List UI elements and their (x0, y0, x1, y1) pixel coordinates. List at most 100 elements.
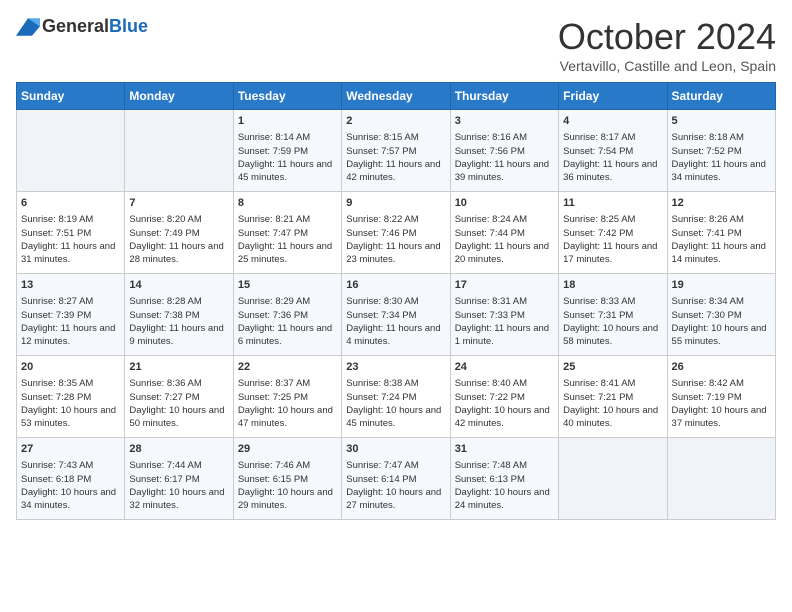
calendar-week-row: 6Sunrise: 8:19 AM Sunset: 7:51 PM Daylig… (17, 192, 776, 274)
calendar-cell: 5 Sunrise: 8:18 AM Sunset: 7:52 PM Daylig… (667, 110, 775, 192)
day-number: 24 (455, 360, 554, 375)
calendar-cell: 26Sunrise: 8:42 AM Sunset: 7:19 PM Dayli… (667, 356, 775, 438)
day-number: 25 (563, 360, 662, 375)
day-number: 8 (238, 196, 337, 211)
weekday-header: Thursday (450, 83, 558, 110)
page-header: GeneralBlue October 2024 Vertavillo, Cas… (16, 16, 776, 74)
logo-blue: Blue (109, 16, 148, 37)
day-info: Sunrise: 8:42 AM Sunset: 7:19 PM Dayligh… (672, 377, 771, 430)
day-number: 17 (455, 278, 554, 293)
calendar-cell: 1 Sunrise: 8:14 AM Sunset: 7:59 PM Daylig… (233, 110, 341, 192)
day-info: Sunrise: 8:36 AM Sunset: 7:27 PM Dayligh… (129, 377, 228, 430)
calendar-cell: 28 Sunrise: 7:44 AM Sunset: 6:17 PM Dayli… (125, 438, 233, 520)
day-number: 31 (455, 442, 554, 457)
day-info: Sunrise: 8:17 AM Sunset: 7:54 PM Dayligh… (563, 131, 662, 184)
calendar-cell: 10Sunrise: 8:24 AM Sunset: 7:44 PM Dayli… (450, 192, 558, 274)
title-section: October 2024 Vertavillo, Castille and Le… (558, 16, 776, 74)
calendar-cell: 29 Sunrise: 7:46 AM Sunset: 6:15 PM Dayli… (233, 438, 341, 520)
day-info: Sunrise: 8:26 AM Sunset: 7:41 PM Dayligh… (672, 213, 771, 266)
calendar-cell: 3Sunrise: 8:16 AM Sunset: 7:56 PM Daylig… (450, 110, 558, 192)
calendar-cell: 16 Sunrise: 8:30 AM Sunset: 7:34 PM Dayli… (342, 274, 450, 356)
calendar-cell: 14Sunrise: 8:28 AM Sunset: 7:38 PM Dayli… (125, 274, 233, 356)
calendar-week-row: 20 Sunrise: 8:35 AM Sunset: 7:28 PM Dayli… (17, 356, 776, 438)
day-info: Sunrise: 8:15 AM Sunset: 7:57 PM Dayligh… (346, 131, 445, 184)
calendar-cell: 21 Sunrise: 8:36 AM Sunset: 7:27 PM Dayli… (125, 356, 233, 438)
day-number: 6 (21, 196, 120, 211)
day-info: Sunrise: 7:48 AM Sunset: 6:13 PM Dayligh… (455, 459, 554, 512)
day-info: Sunrise: 7:43 AM Sunset: 6:18 PM Dayligh… (21, 459, 120, 512)
day-info: Sunrise: 8:16 AM Sunset: 7:56 PM Dayligh… (455, 131, 554, 184)
month-title: October 2024 (558, 16, 776, 58)
calendar-cell: 8 Sunrise: 8:21 AM Sunset: 7:47 PM Daylig… (233, 192, 341, 274)
day-number: 29 (238, 442, 337, 457)
day-info: Sunrise: 7:47 AM Sunset: 6:14 PM Dayligh… (346, 459, 445, 512)
day-info: Sunrise: 8:38 AM Sunset: 7:24 PM Dayligh… (346, 377, 445, 430)
calendar-cell: 25 Sunrise: 8:41 AM Sunset: 7:21 PM Dayli… (559, 356, 667, 438)
calendar-cell: 9 Sunrise: 8:22 AM Sunset: 7:46 PM Daylig… (342, 192, 450, 274)
day-info: Sunrise: 8:20 AM Sunset: 7:49 PM Dayligh… (129, 213, 228, 266)
calendar-cell: 15 Sunrise: 8:29 AM Sunset: 7:36 PM Dayli… (233, 274, 341, 356)
calendar-cell: 4 Sunrise: 8:17 AM Sunset: 7:54 PM Daylig… (559, 110, 667, 192)
calendar-cell: 31 Sunrise: 7:48 AM Sunset: 6:13 PM Dayli… (450, 438, 558, 520)
calendar-week-row: 13Sunrise: 8:27 AM Sunset: 7:39 PM Dayli… (17, 274, 776, 356)
logo: GeneralBlue (16, 16, 148, 37)
calendar-cell: 24 Sunrise: 8:40 AM Sunset: 7:22 PM Dayli… (450, 356, 558, 438)
location: Vertavillo, Castille and Leon, Spain (558, 58, 776, 74)
calendar-cell: 12 Sunrise: 8:26 AM Sunset: 7:41 PM Dayli… (667, 192, 775, 274)
logo-general: General (42, 16, 109, 37)
day-number: 5 (672, 114, 771, 129)
day-info: Sunrise: 8:33 AM Sunset: 7:31 PM Dayligh… (563, 295, 662, 348)
calendar-cell: 7 Sunrise: 8:20 AM Sunset: 7:49 PM Daylig… (125, 192, 233, 274)
day-number: 18 (563, 278, 662, 293)
day-info: Sunrise: 8:24 AM Sunset: 7:44 PM Dayligh… (455, 213, 554, 266)
weekday-header: Tuesday (233, 83, 341, 110)
day-number: 4 (563, 114, 662, 129)
day-info: Sunrise: 7:46 AM Sunset: 6:15 PM Dayligh… (238, 459, 337, 512)
day-number: 7 (129, 196, 228, 211)
day-info: Sunrise: 8:41 AM Sunset: 7:21 PM Dayligh… (563, 377, 662, 430)
weekday-header: Wednesday (342, 83, 450, 110)
day-info: Sunrise: 8:22 AM Sunset: 7:46 PM Dayligh… (346, 213, 445, 266)
day-info: Sunrise: 8:35 AM Sunset: 7:28 PM Dayligh… (21, 377, 120, 430)
weekday-header: Monday (125, 83, 233, 110)
day-number: 27 (21, 442, 120, 457)
calendar-cell: 11Sunrise: 8:25 AM Sunset: 7:42 PM Dayli… (559, 192, 667, 274)
calendar-cell: 20 Sunrise: 8:35 AM Sunset: 7:28 PM Dayli… (17, 356, 125, 438)
weekday-header: Saturday (667, 83, 775, 110)
day-info: Sunrise: 8:30 AM Sunset: 7:34 PM Dayligh… (346, 295, 445, 348)
calendar-cell (559, 438, 667, 520)
day-info: Sunrise: 8:21 AM Sunset: 7:47 PM Dayligh… (238, 213, 337, 266)
day-info: Sunrise: 8:18 AM Sunset: 7:52 PM Dayligh… (672, 131, 771, 184)
day-number: 2 (346, 114, 445, 129)
day-number: 16 (346, 278, 445, 293)
day-number: 22 (238, 360, 337, 375)
day-info: Sunrise: 8:14 AM Sunset: 7:59 PM Dayligh… (238, 131, 337, 184)
day-number: 13 (21, 278, 120, 293)
calendar-cell: 18 Sunrise: 8:33 AM Sunset: 7:31 PM Dayli… (559, 274, 667, 356)
logo-icon (16, 18, 40, 36)
day-info: Sunrise: 8:28 AM Sunset: 7:38 PM Dayligh… (129, 295, 228, 348)
day-info: Sunrise: 8:29 AM Sunset: 7:36 PM Dayligh… (238, 295, 337, 348)
day-number: 30 (346, 442, 445, 457)
day-number: 12 (672, 196, 771, 211)
calendar-cell: 30 Sunrise: 7:47 AM Sunset: 6:14 PM Dayli… (342, 438, 450, 520)
day-info: Sunrise: 8:40 AM Sunset: 7:22 PM Dayligh… (455, 377, 554, 430)
calendar-table: SundayMondayTuesdayWednesdayThursdayFrid… (16, 82, 776, 520)
calendar-cell: 6Sunrise: 8:19 AM Sunset: 7:51 PM Daylig… (17, 192, 125, 274)
day-number: 20 (21, 360, 120, 375)
calendar-cell: 19Sunrise: 8:34 AM Sunset: 7:30 PM Dayli… (667, 274, 775, 356)
day-number: 9 (346, 196, 445, 211)
day-info: Sunrise: 7:44 AM Sunset: 6:17 PM Dayligh… (129, 459, 228, 512)
weekday-header: Sunday (17, 83, 125, 110)
weekday-header: Friday (559, 83, 667, 110)
calendar-cell (125, 110, 233, 192)
calendar-cell: 2 Sunrise: 8:15 AM Sunset: 7:57 PM Daylig… (342, 110, 450, 192)
day-number: 23 (346, 360, 445, 375)
day-info: Sunrise: 8:34 AM Sunset: 7:30 PM Dayligh… (672, 295, 771, 348)
day-number: 28 (129, 442, 228, 457)
day-number: 15 (238, 278, 337, 293)
day-number: 1 (238, 114, 337, 129)
day-number: 21 (129, 360, 228, 375)
day-info: Sunrise: 8:31 AM Sunset: 7:33 PM Dayligh… (455, 295, 554, 348)
calendar-cell (667, 438, 775, 520)
